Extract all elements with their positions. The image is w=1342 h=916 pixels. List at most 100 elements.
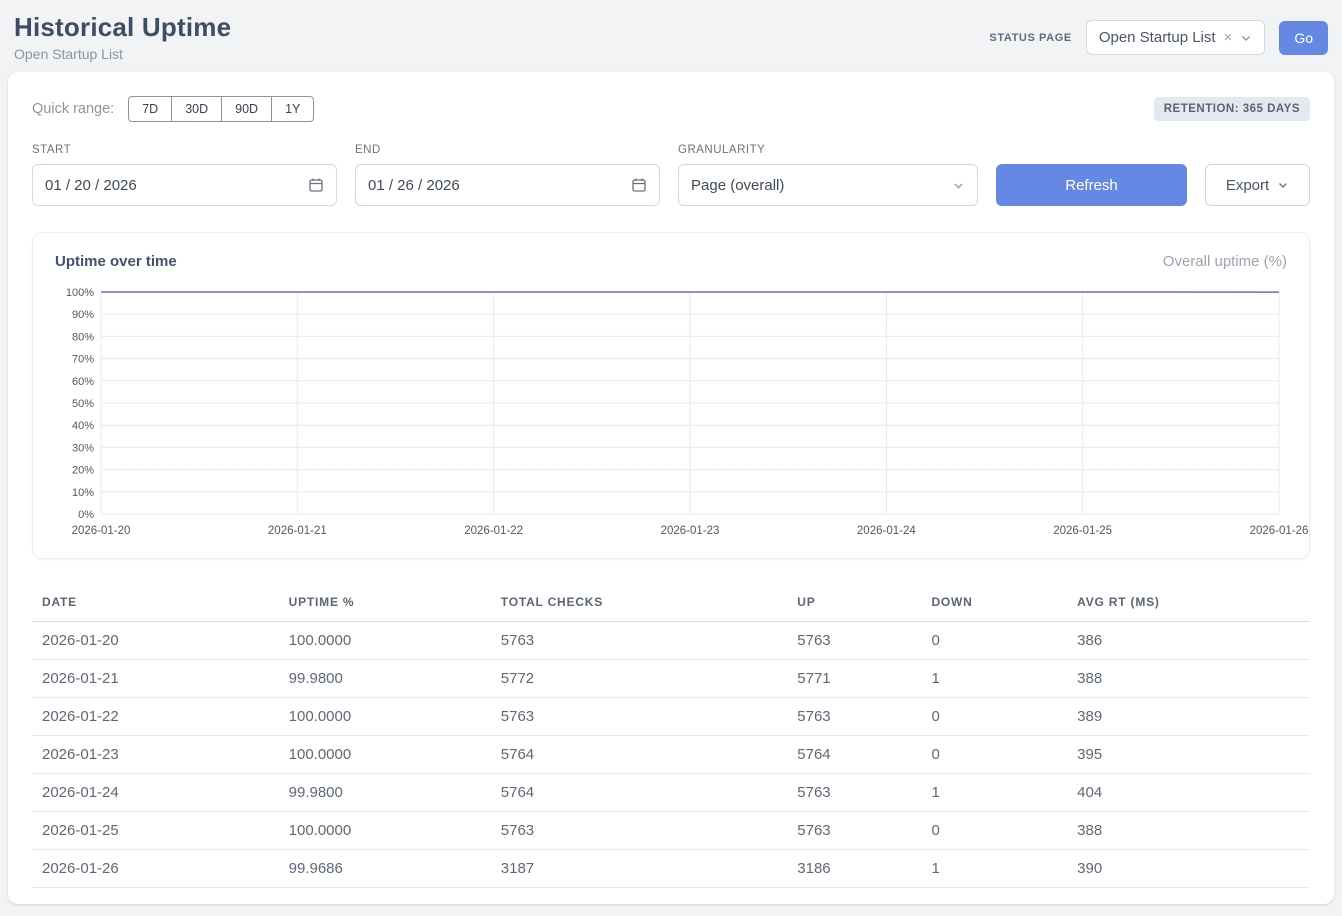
quick-range-90d-button[interactable]: 90D <box>222 96 272 122</box>
table-body: 2026-01-20100.00005763576303862026-01-21… <box>32 622 1310 888</box>
status-page-value: Open Startup List <box>1099 29 1216 46</box>
table-row: 2026-01-22100.0000576357630389 <box>32 698 1310 736</box>
quick-range-1y-button[interactable]: 1Y <box>272 96 314 122</box>
table-cell: 5763 <box>491 698 787 736</box>
granularity-select[interactable]: Page (overall) <box>678 164 978 206</box>
table-row: 2026-01-2499.9800576457631404 <box>32 774 1310 812</box>
table-cell: 386 <box>1067 622 1310 660</box>
uptime-chart-svg: 0%10%20%30%40%50%60%70%80%90%100%2026-01… <box>55 284 1287 546</box>
table-cell: 100.0000 <box>279 622 491 660</box>
table-cell: 390 <box>1067 850 1310 888</box>
quick-range-group: 7D30D90D1Y <box>128 96 314 122</box>
table-cell: 2026-01-25 <box>32 812 279 850</box>
table-row: 2026-01-23100.0000576457640395 <box>32 736 1310 774</box>
uptime-table: DATEUPTIME %TOTAL CHECKSUPDOWNAVG RT (MS… <box>32 585 1310 888</box>
svg-text:2026-01-24: 2026-01-24 <box>857 525 916 537</box>
granularity-label: GRANULARITY <box>678 144 978 156</box>
filter-form-row: START 01 / 20 / 2026 END 01 / 26 / 2026 <box>32 144 1310 206</box>
calendar-icon[interactable] <box>631 177 647 193</box>
svg-text:2026-01-21: 2026-01-21 <box>268 525 327 537</box>
chevron-down-icon <box>1277 179 1289 191</box>
start-date-input[interactable]: 01 / 20 / 2026 <box>32 164 337 206</box>
table-cell: 5763 <box>491 622 787 660</box>
go-button[interactable]: Go <box>1279 21 1328 55</box>
title-block: Historical Uptime Open Startup List <box>14 12 231 62</box>
export-button[interactable]: Export <box>1205 164 1310 206</box>
column-header: DATE <box>32 585 279 622</box>
chart-title: Uptime over time <box>55 253 177 270</box>
table-cell: 2026-01-21 <box>32 660 279 698</box>
svg-text:50%: 50% <box>72 398 94 410</box>
page-title: Historical Uptime <box>14 12 231 43</box>
table-cell: 1 <box>921 850 1067 888</box>
table-cell: 1 <box>921 660 1067 698</box>
svg-text:100%: 100% <box>66 287 94 299</box>
end-date-input[interactable]: 01 / 26 / 2026 <box>355 164 660 206</box>
granularity-value: Page (overall) <box>691 177 784 194</box>
start-label: START <box>32 144 337 156</box>
svg-text:20%: 20% <box>72 465 94 477</box>
table-cell: 100.0000 <box>279 698 491 736</box>
table-cell: 389 <box>1067 698 1310 736</box>
uptime-chart: 0%10%20%30%40%50%60%70%80%90%100%2026-01… <box>55 284 1287 546</box>
table-cell: 5763 <box>787 698 921 736</box>
table-cell: 0 <box>921 736 1067 774</box>
calendar-icon[interactable] <box>308 177 324 193</box>
table-cell: 5763 <box>491 812 787 850</box>
chart-card: Uptime over time Overall uptime (%) 0% 10… <box>32 232 1310 559</box>
svg-text:2026-01-20: 2026-01-20 <box>72 525 131 537</box>
table-cell: 5772 <box>491 660 787 698</box>
chart-legend: Overall uptime (%) <box>1163 253 1287 270</box>
quick-range-row: Quick range: 7D30D90D1Y RETENTION: 365 D… <box>32 96 1310 122</box>
table-cell: 5764 <box>491 774 787 812</box>
svg-text:90%: 90% <box>72 309 94 321</box>
table-cell: 0 <box>921 812 1067 850</box>
status-page-select[interactable]: Open Startup List × <box>1086 20 1266 55</box>
svg-text:10%: 10% <box>72 487 94 499</box>
table-row: 2026-01-25100.0000576357630388 <box>32 812 1310 850</box>
column-header: AVG RT (MS) <box>1067 585 1310 622</box>
refresh-button[interactable]: Refresh <box>996 164 1187 206</box>
table-cell: 99.9686 <box>279 850 491 888</box>
column-header: DOWN <box>921 585 1067 622</box>
table-cell: 388 <box>1067 812 1310 850</box>
retention-badge: RETENTION: 365 DAYS <box>1154 97 1310 121</box>
table-cell: 100.0000 <box>279 736 491 774</box>
table-cell: 100.0000 <box>279 812 491 850</box>
export-button-label: Export <box>1226 177 1269 194</box>
table-cell: 5764 <box>491 736 787 774</box>
svg-text:2026-01-25: 2026-01-25 <box>1053 525 1112 537</box>
clear-icon[interactable]: × <box>1224 30 1233 45</box>
table-cell: 5763 <box>787 774 921 812</box>
svg-text:2026-01-23: 2026-01-23 <box>661 525 720 537</box>
page-header: Historical Uptime Open Startup List STAT… <box>0 0 1342 72</box>
table-cell: 0 <box>921 622 1067 660</box>
svg-text:70%: 70% <box>72 354 94 366</box>
svg-text:2026-01-26: 2026-01-26 <box>1250 525 1309 537</box>
svg-text:40%: 40% <box>72 420 94 432</box>
table-cell: 2026-01-22 <box>32 698 279 736</box>
svg-text:0%: 0% <box>78 509 94 521</box>
table-cell: 3186 <box>787 850 921 888</box>
table-cell: 395 <box>1067 736 1310 774</box>
status-page-label: STATUS PAGE <box>989 32 1071 44</box>
start-date-value: 01 / 20 / 2026 <box>45 177 137 194</box>
table-head: DATEUPTIME %TOTAL CHECKSUPDOWNAVG RT (MS… <box>32 585 1310 622</box>
svg-text:2026-01-22: 2026-01-22 <box>464 525 523 537</box>
end-label: END <box>355 144 660 156</box>
chart-header: Uptime over time Overall uptime (%) <box>55 253 1287 270</box>
chevron-down-icon <box>1240 32 1252 44</box>
quick-range-30d-button[interactable]: 30D <box>172 96 222 122</box>
table-cell: 3187 <box>491 850 787 888</box>
table-cell: 2026-01-24 <box>32 774 279 812</box>
page-subtitle: Open Startup List <box>14 46 231 62</box>
end-date-value: 01 / 26 / 2026 <box>368 177 460 194</box>
column-header: TOTAL CHECKS <box>491 585 787 622</box>
granularity-field: GRANULARITY Page (overall) <box>678 144 978 206</box>
table-cell: 1 <box>921 774 1067 812</box>
column-header: UPTIME % <box>279 585 491 622</box>
start-date-field: START 01 / 20 / 2026 <box>32 144 337 206</box>
chevron-down-icon <box>952 179 965 192</box>
svg-text:30%: 30% <box>72 442 94 454</box>
quick-range-7d-button[interactable]: 7D <box>128 96 172 122</box>
